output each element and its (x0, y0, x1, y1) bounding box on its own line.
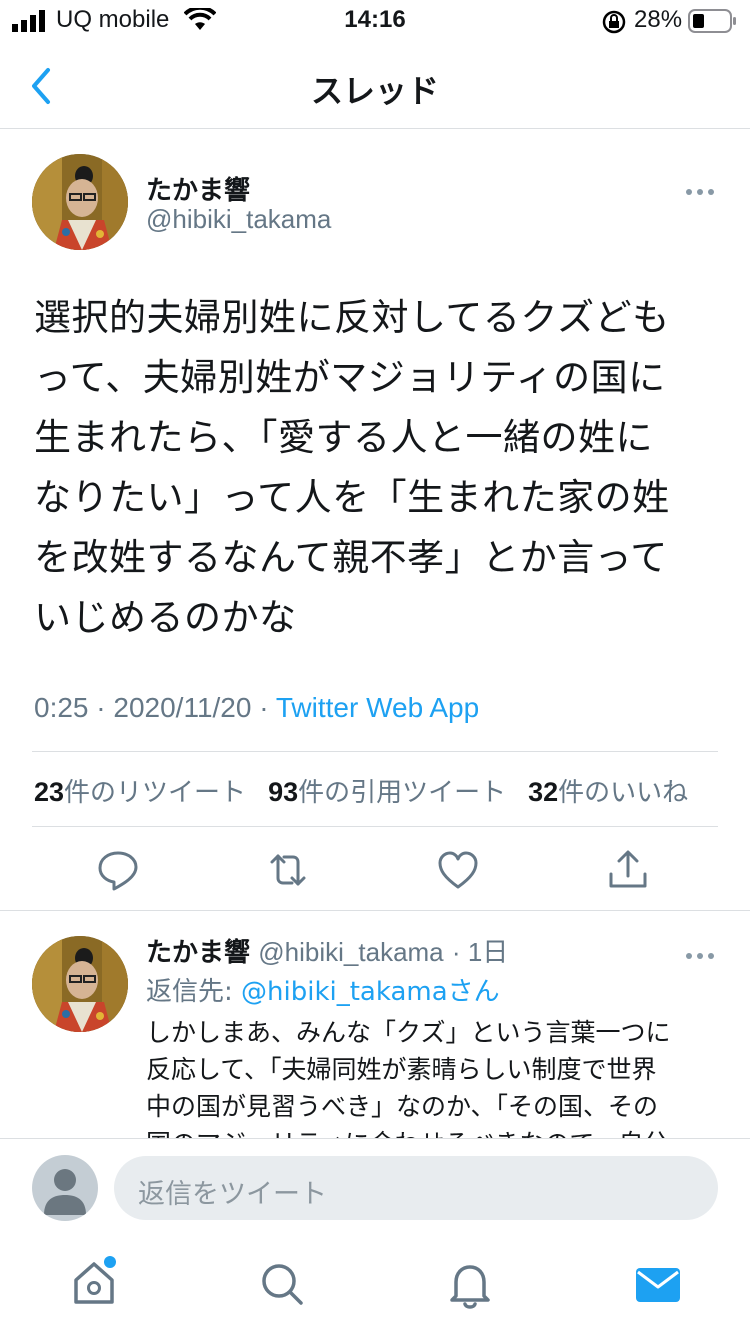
tweet-date: 2020/11/20 (113, 692, 252, 723)
profile-photo (32, 936, 128, 1032)
tweet-line: を改姓するなんて親不孝」とか言って (34, 536, 668, 579)
reply-line: しかしまあ、みんな「クズ」という言葉一つに (146, 1018, 671, 1047)
reply-to-line: 返信先: @hibiki_takamaさん (146, 977, 500, 1007)
notification-dot (104, 1256, 116, 1268)
divider (32, 751, 718, 752)
tweet-line: 生まれたら、「愛する人と一緒の姓に (34, 416, 653, 459)
author-name[interactable]: たかま響 (146, 170, 250, 207)
default-avatar-icon (44, 1169, 86, 1215)
tweet-meta: 0:25 · 2020/11/20 · Twitter Web App (34, 692, 480, 723)
likes-stat[interactable]: 32件のいいね (528, 777, 688, 808)
nav-bar: スレッド (0, 44, 750, 129)
reply-author-handle[interactable]: @hibiki_takama (258, 937, 443, 967)
retweets-stat[interactable]: 23件のリツイート (34, 777, 246, 808)
tweet-time: 0:25 (34, 692, 89, 723)
reply-author-name[interactable]: たかま響 (146, 938, 250, 968)
reply-avatar[interactable] (32, 936, 128, 1032)
divider (0, 910, 750, 911)
status-bar: UQ mobile 14:16 28% (0, 0, 750, 44)
reply-icon[interactable] (96, 848, 140, 892)
tweet-line: 選択的夫婦別姓に反対してるクズども (34, 296, 670, 339)
quotes-stat[interactable]: 93件の引用ツイート (268, 777, 506, 808)
orientation-lock-icon (602, 10, 626, 34)
avatar[interactable] (32, 154, 128, 250)
tweet-line: って、夫婦別姓がマジョリティの国に (34, 356, 666, 399)
my-avatar[interactable] (32, 1155, 98, 1221)
tweet-text: 選択的夫婦別姓に反対してるクズども って、夫婦別姓がマジョリティの国に 生まれた… (34, 288, 714, 648)
share-icon[interactable] (606, 848, 650, 892)
reply-input[interactable]: 返信をツイート (114, 1156, 718, 1220)
notifications-bell-icon[interactable] (440, 1254, 500, 1314)
reply-header: たかま響 @hibiki_takama · 1日 (146, 937, 509, 968)
battery-icon (688, 9, 736, 33)
reply-more-options-icon[interactable] (686, 944, 720, 959)
retweet-icon[interactable] (266, 848, 310, 892)
like-heart-icon[interactable] (436, 848, 480, 892)
reply-to-handle-link[interactable]: @hibiki_takamaさん (241, 977, 500, 1007)
home-icon[interactable] (64, 1252, 124, 1312)
page-title: スレッド (310, 72, 439, 110)
reply-composer: 返信をツイート (0, 1138, 750, 1239)
reply-age: 1日 (467, 937, 509, 967)
messages-mail-icon[interactable] (628, 1254, 688, 1314)
profile-photo (32, 154, 128, 250)
tweet-source-link[interactable]: Twitter Web App (276, 692, 479, 723)
tweet-line: いじめるのかな (34, 596, 297, 639)
battery-percent: 28% (634, 6, 683, 33)
tab-bar (0, 1238, 750, 1334)
tweet-stats: 23件のリツイート 93件の引用ツイート 32件のいいね (34, 772, 688, 809)
author-handle[interactable]: @hibiki_takama (146, 204, 331, 235)
divider (32, 826, 718, 827)
more-options-icon[interactable] (686, 180, 720, 195)
tweet-line: なりたい」って人を「生まれた家の姓 (34, 476, 670, 519)
reply-line: 国のマジョリティに合わせるべきなので、自分 (146, 1125, 706, 1138)
search-icon[interactable] (252, 1254, 312, 1314)
reply-line: 中の国が見習うべき」なのか、「その国、その (146, 1092, 659, 1121)
reply-text: しかしまあ、みんな「クズ」という言葉一つに 反応して、「夫婦同姓が素晴らしい制度… (146, 1014, 706, 1138)
reply-line: 反応して、「夫婦同姓が素晴らしい制度で世界 (146, 1055, 657, 1084)
reply-input-placeholder: 返信をツイート (138, 1179, 327, 1210)
